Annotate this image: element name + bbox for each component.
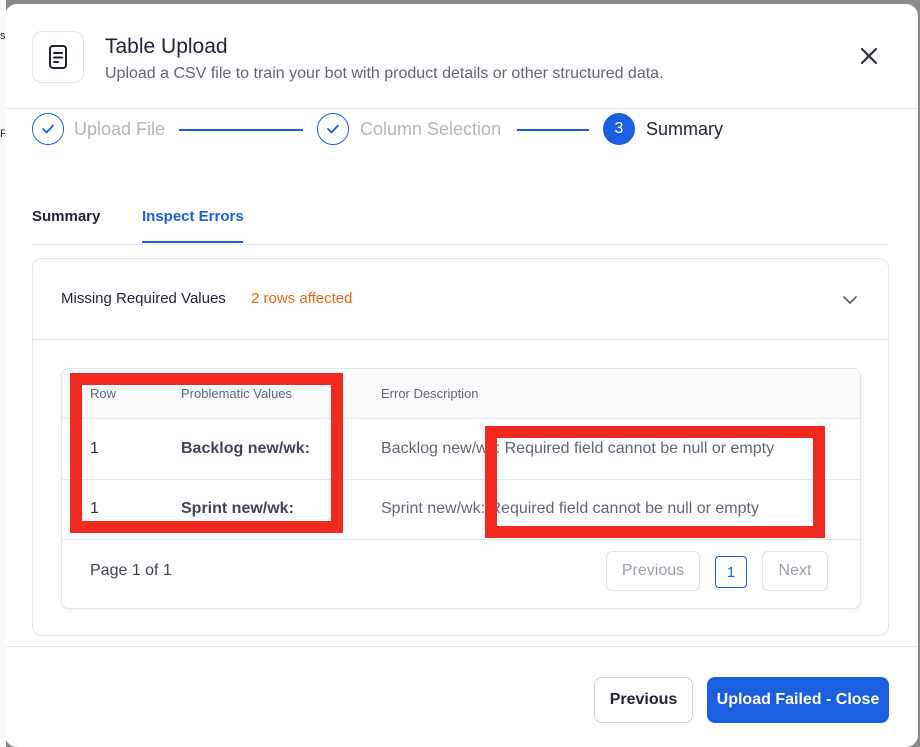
previous-button[interactable]: Previous — [594, 677, 693, 723]
check-icon — [317, 113, 349, 145]
cell-problematic-value: Sprint new/wk: — [181, 500, 294, 517]
error-group-title: Missing Required Values — [61, 290, 226, 307]
modal-header: Table Upload Upload a CSV file to train … — [5, 4, 918, 109]
error-group-card: Missing Required Values 2 rows affected … — [32, 258, 889, 636]
cell-error-description: Sprint new/wk: Required field cannot be … — [381, 500, 759, 517]
document-icon — [32, 31, 84, 83]
step-number-badge: 3 — [603, 113, 635, 145]
upload-failed-close-button[interactable]: Upload Failed - Close — [707, 677, 889, 723]
column-header-problematic-values: Problematic Values — [181, 386, 293, 401]
table-row: 1 Sprint new/wk: Sprint new/wk: Required… — [62, 479, 860, 540]
chevron-down-icon[interactable] — [839, 289, 861, 311]
cell-row-number: 1 — [90, 500, 99, 517]
cell-error-description: Backlog new/wk: Required field cannot be… — [381, 440, 775, 457]
result-tabs: Summary Inspect Errors — [32, 200, 889, 245]
modal-title: Table Upload — [105, 35, 228, 58]
table-header: Row Problematic Values Error Description — [62, 369, 860, 419]
cell-row-number: 1 — [90, 440, 99, 457]
cell-problematic-value: Backlog new/wk: — [181, 440, 310, 457]
step-upload-file: Upload File — [74, 119, 166, 139]
check-icon — [32, 113, 64, 145]
tab-summary[interactable]: Summary — [32, 208, 100, 225]
close-icon[interactable] — [858, 45, 880, 67]
error-group-header[interactable]: Missing Required Values 2 rows affected — [33, 259, 888, 340]
modal-subtitle: Upload a CSV file to train your bot with… — [105, 65, 664, 82]
step-connector — [179, 129, 303, 131]
upload-stepper: Upload File Column Selection 3 Summary — [5, 108, 918, 158]
tab-inspect-errors[interactable]: Inspect Errors — [142, 208, 244, 225]
pagination-next-button[interactable]: Next — [762, 551, 828, 591]
errors-table: Row Problematic Values Error Description… — [61, 368, 861, 609]
affected-rows-count: 2 rows affected — [251, 290, 353, 307]
table-upload-modal: Table Upload Upload a CSV file to train … — [5, 4, 918, 747]
table-pagination: Page 1 of 1 Previous 1 Next — [62, 539, 860, 608]
column-header-row: Row — [90, 386, 117, 401]
table-row: 1 Backlog new/wk: Backlog new/wk: Requir… — [62, 419, 860, 480]
step-connector — [517, 129, 589, 131]
step-summary: Summary — [646, 119, 724, 139]
pagination-page-1[interactable]: 1 — [715, 556, 747, 588]
pagination-previous-button[interactable]: Previous — [606, 551, 700, 591]
modal-footer: Previous Upload Failed - Close — [5, 646, 918, 747]
column-header-error-description: Error Description — [381, 386, 479, 401]
page-info: Page 1 of 1 — [90, 562, 172, 579]
active-tab-indicator — [142, 241, 243, 243]
step-column-selection: Column Selection — [360, 119, 502, 139]
